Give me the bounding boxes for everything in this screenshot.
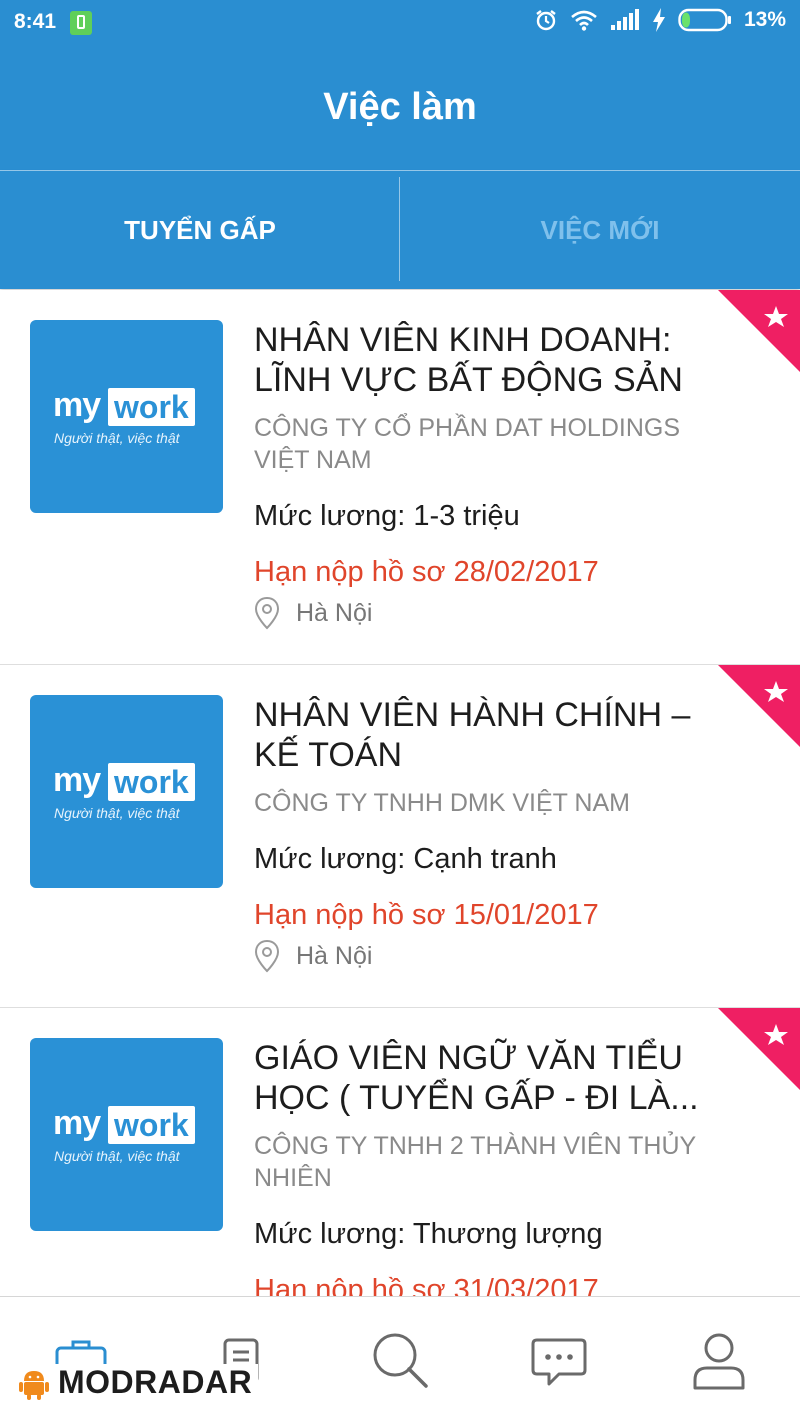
- job-title[interactable]: GIÁO VIÊN NGỮ VĂN TIỂU HỌC ( TUYỂN GẤP -…: [254, 1038, 714, 1118]
- job-card[interactable]: my work Người thật, việc thật GIÁO VIÊN …: [0, 1008, 800, 1298]
- tab-tuyen-gap[interactable]: TUYỂN GẤP: [0, 171, 400, 289]
- status-bar: 8:41 13%: [0, 0, 800, 46]
- company-logo: my work Người thật, việc thật: [30, 1038, 223, 1231]
- location: Hà Nội: [254, 939, 372, 973]
- company-name: CÔNG TY TNHH 2 THÀNH VIÊN THỦY NHIÊN: [254, 1132, 696, 1192]
- logo-slogan: Người thật, việc thật: [54, 430, 180, 446]
- job-card[interactable]: my work Người thật, việc thật NHÂN VIÊN …: [0, 290, 800, 665]
- android-logo-icon: [19, 1370, 49, 1400]
- app-notification-icon: [70, 11, 92, 35]
- job-card[interactable]: my work Người thật, việc thật NHÂN VIÊN …: [0, 665, 800, 1008]
- logo-my-text: my: [53, 1104, 101, 1142]
- logo-slogan: Người thật, việc thật: [54, 1148, 180, 1164]
- location-pin-icon: [254, 596, 280, 630]
- featured-star-icon: [718, 290, 800, 372]
- company-name: CÔNG TY CỔ PHẦN DAT HOLDINGS VIỆT NAM: [254, 414, 681, 474]
- tab-viec-moi[interactable]: VIỆC MỚI: [400, 171, 800, 289]
- deadline: Hạn nộp hồ sơ 28/02/2017: [254, 556, 599, 588]
- page-title: Việc làm: [323, 85, 477, 128]
- battery-icon: [678, 8, 731, 32]
- logo-work-text: work: [108, 763, 195, 801]
- search-icon[interactable]: [365, 1325, 435, 1395]
- status-time: 8:41: [14, 10, 57, 33]
- job-title[interactable]: NHÂN VIÊN HÀNH CHÍNH – KẾ TOÁN: [254, 695, 714, 775]
- tab-bar: TUYỂN GẤP VIỆC MỚI: [0, 170, 800, 289]
- signal-icon: [610, 9, 639, 30]
- company-logo: my work Người thật, việc thật: [30, 320, 223, 513]
- salary: Mức lương: 1-3 triệu: [254, 500, 520, 532]
- featured-star-icon: [718, 1008, 800, 1090]
- location-city: Hà Nội: [296, 598, 373, 627]
- featured-star-icon: [718, 665, 800, 747]
- charging-icon: [652, 8, 665, 32]
- salary: Mức lương: Cạnh tranh: [254, 843, 557, 875]
- logo-my-text: my: [53, 761, 101, 799]
- messages-icon[interactable]: [524, 1325, 594, 1395]
- deadline: Hạn nộp hồ sơ 15/01/2017: [254, 899, 599, 931]
- company-name: CÔNG TY TNHH DMK VIỆT NAM: [254, 789, 630, 817]
- location-pin-icon: [254, 939, 280, 973]
- bottom-navigation: [0, 1296, 800, 1423]
- watermark: MODRADAR: [16, 1364, 259, 1401]
- watermark-text: MODRADAR: [58, 1364, 253, 1400]
- salary: Mức lương: Thương lượng: [254, 1218, 603, 1250]
- wifi-icon: [571, 10, 597, 31]
- deadline: Hạn nộp hồ sơ 31/03/2017: [254, 1274, 599, 1298]
- company-logo: my work Người thật, việc thật: [30, 695, 223, 888]
- app-header: Việc làm: [0, 46, 800, 170]
- location-city: Hà Nội: [296, 941, 373, 970]
- logo-my-text: my: [53, 386, 101, 424]
- logo-work-text: work: [108, 388, 195, 426]
- logo-slogan: Người thật, việc thật: [54, 805, 180, 821]
- status-icons: 13%: [534, 8, 786, 32]
- alarm-icon: [536, 10, 556, 31]
- location: Hà Nội: [254, 596, 372, 630]
- job-list[interactable]: my work Người thật, việc thật NHÂN VIÊN …: [0, 290, 800, 1298]
- logo-work-text: work: [108, 1106, 195, 1144]
- profile-icon[interactable]: [684, 1325, 754, 1395]
- battery-percentage: 13%: [743, 8, 786, 31]
- job-title[interactable]: NHÂN VIÊN KINH DOANH: LĨNH VỰC BẤT ĐỘNG …: [254, 320, 714, 400]
